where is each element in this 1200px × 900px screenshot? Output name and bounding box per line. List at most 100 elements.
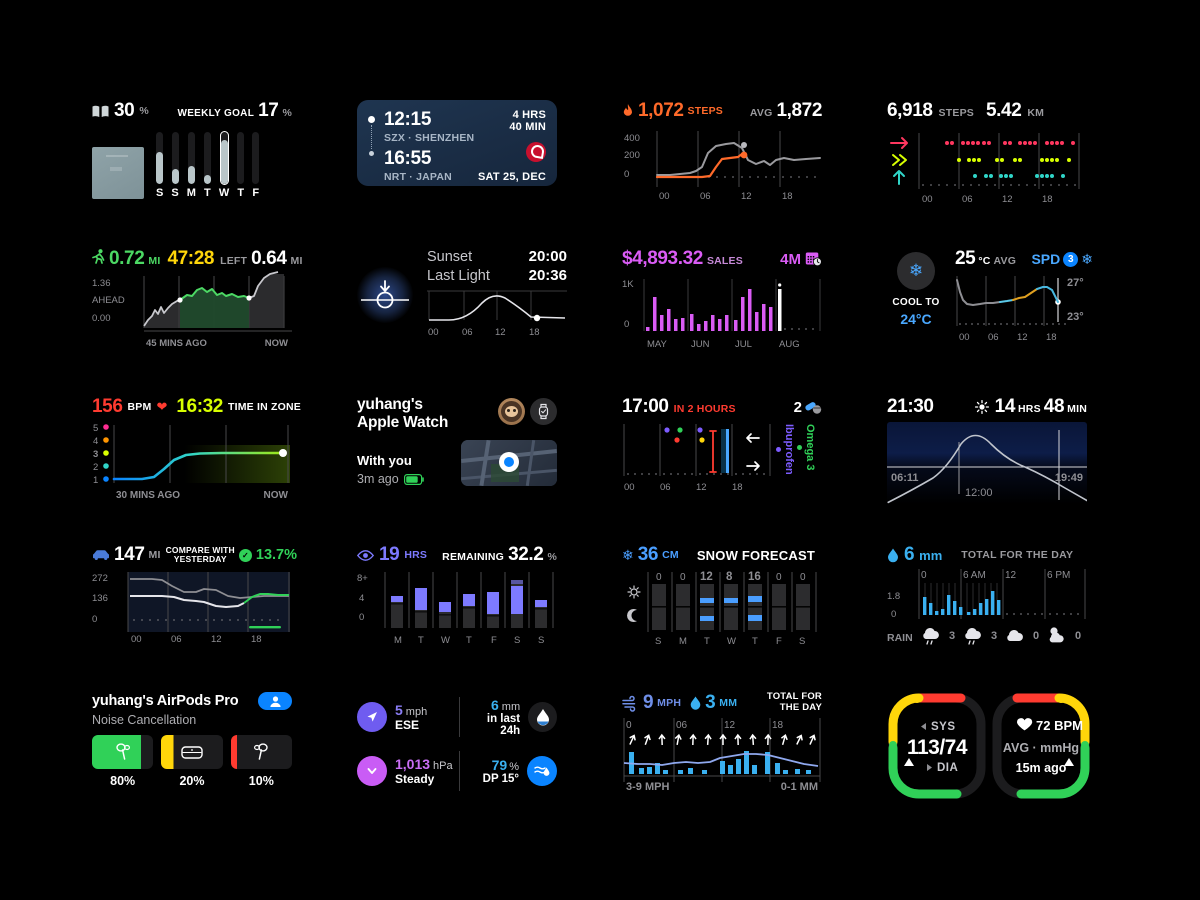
workout-chart: 1.36 AHEAD 0.00 45 MINS AGO NOW [92,271,292,349]
ytick: 4 [359,593,364,604]
widget-rainfall[interactable]: 6 mm TOTAL FOR THE DAY 0 6 AM 12 6 PM 1.… [887,544,1087,654]
share-audio-icon[interactable] [258,692,292,710]
day-label: M [186,187,196,199]
apple-watch-icon[interactable] [530,398,557,425]
fan-icon[interactable]: ❄ [1081,251,1093,268]
sales-range[interactable]: 4M [780,251,801,268]
map-thumbnail-icon[interactable] [461,440,557,486]
snow-amount: 12 [700,571,713,583]
day-bar[interactable]: S [171,132,179,199]
divider [459,696,460,737]
xtick: 12 [1002,194,1013,205]
sys-label: SYS [931,721,956,733]
widget-reading-goal[interactable]: 30 % WEEKLY GOAL 17 % S S M T W T F [92,100,292,210]
airpods-case-battery[interactable] [161,735,223,769]
cloud-rain-icon [965,627,981,645]
airpods-right-battery[interactable] [230,735,292,769]
wind-speed: 9 [643,692,654,713]
humidity-cell[interactable]: 79 % DP 15° [466,755,557,786]
xtick: 12 [495,327,506,338]
widget-sunset[interactable]: Sunset 20:00 Last Light 20:36 00 06 12 1… [357,248,567,358]
airpods-case-pct: 20% [179,774,205,788]
calendar-clock-icon[interactable] [805,251,822,267]
widget-medications[interactable]: 17:00 IN 2 HOURS 2 00 06 12 18 Ibuprofen… [622,396,822,506]
xtick: 18 [251,634,262,645]
snowflake-icon: ❄ [897,252,935,290]
arrow-up-icon [893,170,905,185]
ytick: 0 [359,612,364,623]
remaining-value: 32.2 [508,544,544,565]
xtick: 0 [626,720,632,731]
hr-x-left: 30 MINS AGO [116,490,180,501]
memoji-avatar-icon[interactable] [498,398,525,425]
hr-bpm: 156 [92,396,123,417]
xtick: 18 [1042,194,1053,205]
med-count: 2 [793,398,802,416]
pressure-cell[interactable]: 1,013 hPa Steady [357,755,453,786]
dew-point: DP 15° [482,772,519,785]
wind-cell[interactable]: 5 mph ESE [357,701,453,732]
zone-label: 5 [93,423,98,434]
ytick: 0 [624,169,629,180]
widget-heart-rate-zones[interactable]: 156 BPM ❤ 16:32 TIME IN ZONE 5 4 3 2 1 3… [92,396,301,506]
widget-wind-rain[interactable]: 9 MPH 3 MM TOTAL FOR THE DAY 0 06 12 18 [622,691,822,802]
ytick: 0 [624,319,629,330]
car-range-value: 147 [114,544,145,565]
airpods-left-battery[interactable] [92,735,154,769]
widget-snow-forecast[interactable]: ❄ 36 CM SNOW FORECAST 0 0 12 8 16 0 0 S … [622,544,822,654]
zone-label-active: 3 [93,449,98,460]
cloud-icon [1007,629,1023,641]
xtick: AUG [779,339,800,350]
depart-dot-icon [368,116,375,123]
fan-speed-value[interactable]: 3 [1063,251,1079,267]
day-label: T [752,636,758,647]
divider [459,750,460,791]
device-status: With you [357,453,412,468]
eye-icon [356,549,375,561]
moon-icon [627,609,637,622]
remaining-unit: % [547,551,557,563]
xtick: 12 [211,634,222,645]
weekly-goal-unit: % [282,107,292,119]
pressure-value: 1,013 [395,755,431,772]
widget-sales[interactable]: $4,893.32 SALES 4M 1K 0 MAY JUN JUL AUG [622,248,822,358]
depart-time: 12:15 [384,109,432,130]
day-label: T [466,635,472,646]
rain-title: TOTAL FOR THE DAY [961,549,1074,561]
ytick: 272 [92,573,108,584]
widget-weather-details[interactable]: 5 mph ESE 6 mm in last 24h 1,013 hPa Ste… [357,692,557,802]
widget-find-my-device[interactable]: yuhang's Apple Watch With you 3m ago [357,396,557,506]
widget-car-range[interactable]: 147 MI COMPARE WITH YESTERDAY ✓ 13.7% 27… [92,544,297,654]
heart-rate-chart: 5 4 3 2 1 30 MINS AGO NOW [93,423,290,501]
steps-value: 1,072 [638,100,684,121]
widget-daylight[interactable]: 21:30 14 HRS 48 MIN 06:11 12:00 19:49 [887,396,1087,506]
widget-steps-activity[interactable]: 1,072 STEPS AVG 1,872 400 200 0 00 06 12… [622,100,822,210]
wind-speed-unit: MPH [657,697,682,709]
heart-icon: ❤ [156,399,168,414]
ytick: 200 [624,150,640,161]
blood-pressure-gauge-left: SYS 113/74 DIA [888,693,986,799]
book-cover-thumbnail[interactable] [92,147,144,199]
widget-climate-control[interactable]: ❄ COOL TO 24°C 25 °C AVG SPD 3 ❄ 27° 23°… [887,248,1093,358]
day-bar-selected[interactable]: W [219,131,229,199]
day-bar[interactable]: M [187,132,196,199]
xtick: 18 [529,327,540,338]
legend-label-omega3: Omega 3 [804,424,816,471]
day-bar[interactable]: S [156,132,163,199]
widget-screen-time[interactable]: 19 HRS REMAINING 32.2 % 8+ 4 0 M T W T F… [356,544,557,654]
rain-block-value: 0 [1075,630,1081,642]
widget-walking-steps[interactable]: 6,918 STEPS 5.42 KM 00 06 12 18 [887,100,1087,210]
wind-value: 5 [395,701,403,718]
legend-dot-ibuprofen [776,446,781,452]
sun-icon [627,585,641,599]
widget-workout-pace[interactable]: 0.72 MI 47:28 LEFT 0.64 MI 1.36 AHEAD 0.… [92,248,302,358]
humidity-icon [527,755,557,786]
widget-flight-status[interactable]: 12:15 SZX · SHENZHEN 16:55 NRT · JAPAN 4… [357,100,557,210]
cool-to-value[interactable]: 24°C [887,311,945,327]
rain-24h-cell[interactable]: 6 mm in last 24h [466,697,557,737]
day-bar[interactable]: F [252,132,260,199]
widget-blood-pressure[interactable]: SYS 113/74 DIA 72 BPM AVG · mmHg 15m ago [887,692,1090,802]
day-bar[interactable]: T [237,132,245,199]
widget-airpods[interactable]: yuhang's AirPods Pro Noise Cancellation [92,692,292,802]
day-bar[interactable]: T [203,132,211,199]
